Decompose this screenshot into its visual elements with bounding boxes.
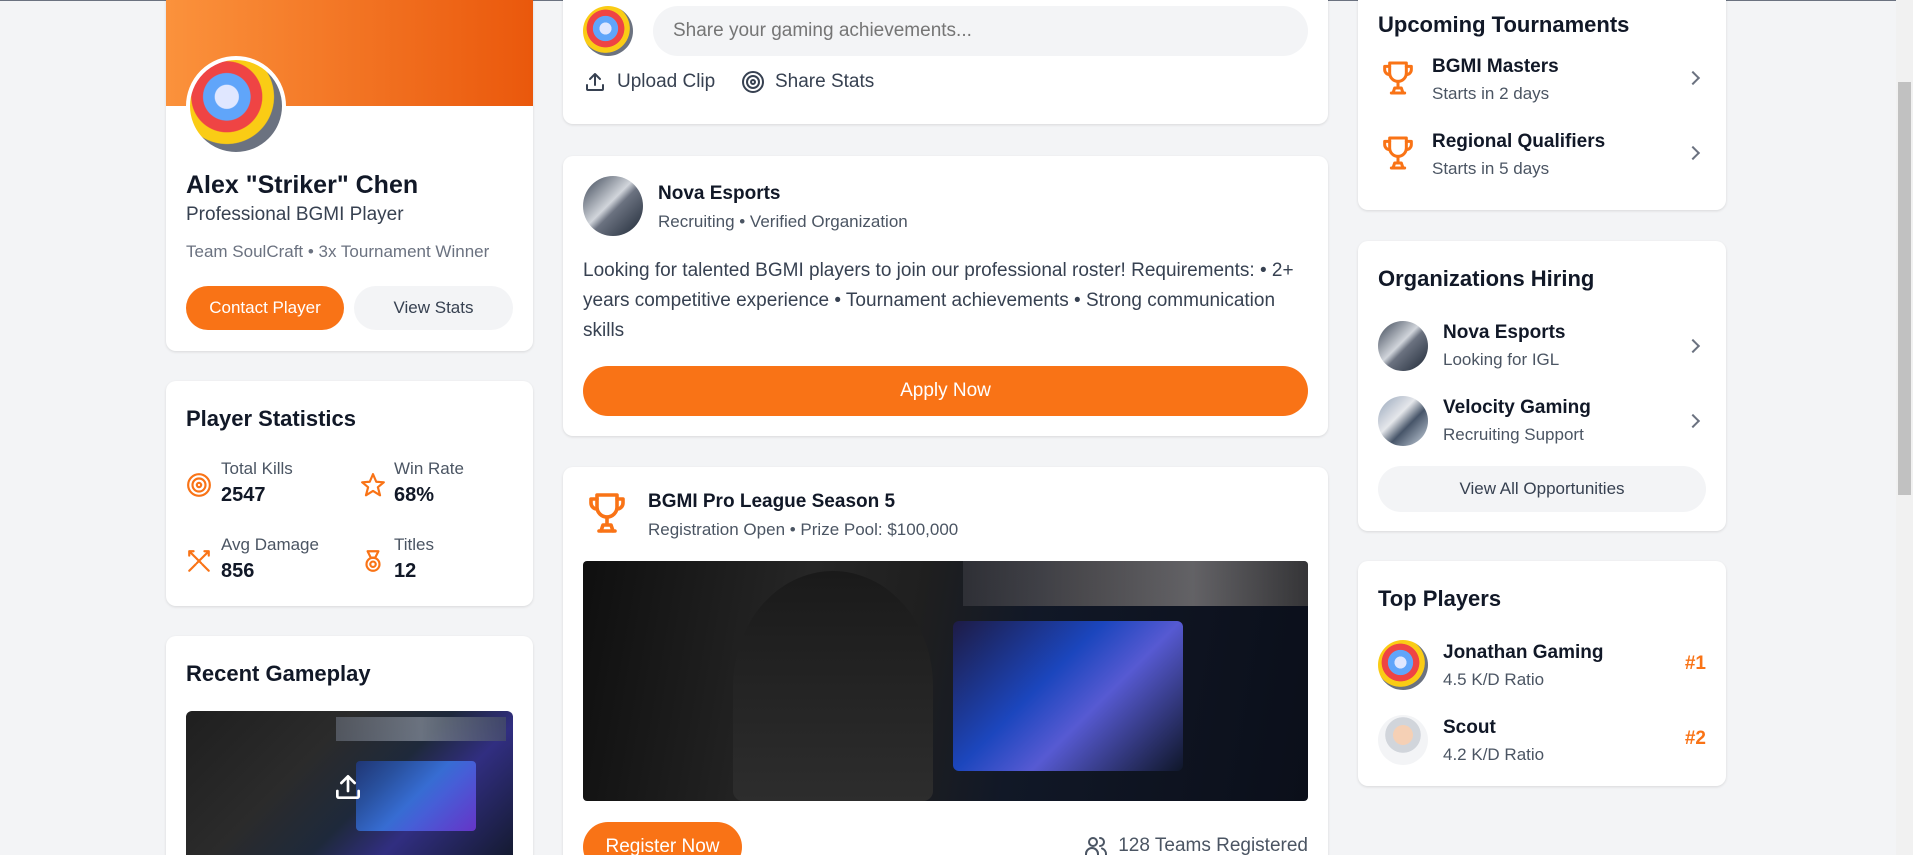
thumbnail-screen [356,761,476,831]
page-scrollbar[interactable] [1896,0,1913,855]
org-name: Velocity Gaming [1443,397,1591,418]
view-stats-button[interactable]: View Stats [354,286,513,330]
org-role: Recruiting Support [1443,425,1584,444]
upcoming-tournaments-card: Upcoming Tournaments BGMI Masters Starts… [1358,0,1726,210]
player-avatar [1378,715,1428,765]
org-avatar [1378,321,1428,371]
chevron-right-icon [1685,413,1701,429]
player-kd: 4.5 K/D Ratio [1443,670,1545,689]
chevron-right-icon [1685,338,1701,354]
upload-icon [583,70,607,94]
banner-player [733,571,933,801]
profile-title: Professional BGMI Player [186,204,404,225]
composer-avatar [583,6,633,56]
view-all-opportunities-button[interactable]: View All Opportunities [1378,466,1706,512]
org-item[interactable]: Nova Esports Looking for IGL [1358,316,1726,376]
star-icon [360,472,386,498]
share-stats-label: Share Stats [775,71,875,92]
users-icon [1084,834,1108,855]
upload-clip-label: Upload Clip [617,71,716,92]
org-item[interactable]: Velocity Gaming Recruiting Support [1358,391,1726,451]
stat-value: 2547 [221,484,266,506]
tournament-when: Starts in 5 days [1432,159,1550,178]
apply-now-button[interactable]: Apply Now [583,366,1308,416]
org-role: Looking for IGL [1443,350,1560,369]
player-avatar [1378,640,1428,690]
chevron-right-icon [1685,70,1701,86]
recruitment-post-card: Nova Esports Recruiting • Verified Organ… [563,156,1328,436]
gameplay-heading: Recent Gameplay [186,661,371,686]
target-icon [741,70,765,94]
player-rank-badge: #2 [1684,728,1706,749]
stat-label: Total Kills [221,459,293,478]
player-rank-badge: #1 [1684,653,1706,674]
trophy-icon [1378,58,1418,98]
recent-gameplay-card: Recent Gameplay [166,636,533,855]
org-avatar[interactable] [583,176,643,236]
stats-heading: Player Statistics [186,406,356,431]
player-item[interactable]: Scout 4.2 K/D Ratio #2 [1358,711,1726,771]
profile-avatar[interactable] [186,56,286,156]
player-kd: 4.2 K/D Ratio [1443,745,1545,764]
tournament-when: Starts in 2 days [1432,84,1550,103]
thumbnail-banners [336,717,506,741]
profile-meta: Team SoulCraft • 3x Tournament Winner [186,242,490,261]
medal-icon [360,548,386,574]
scrollbar-thumb[interactable] [1898,82,1911,495]
share-stats-button[interactable]: Share Stats [741,70,874,94]
tournament-post-card: BGMI Pro League Season 5 Registration Op… [563,467,1328,855]
trophy-icon [583,489,631,537]
player-statistics-card: Player Statistics Total Kills 2547 Win R… [166,381,533,606]
target-icon [186,472,212,498]
stat-value: 68% [394,484,435,506]
post-org-meta: Recruiting • Verified Organization [658,212,908,231]
tournaments-heading: Upcoming Tournaments [1378,12,1630,37]
gameplay-thumbnail[interactable] [186,711,513,855]
tournament-item[interactable]: BGMI Masters Starts in 2 days [1358,50,1726,120]
organizations-hiring-card: Organizations Hiring Nova Esports Lookin… [1358,241,1726,531]
profile-card: Alex "Striker" Chen Professional BGMI Pl… [166,0,533,351]
org-name: Nova Esports [1443,322,1566,343]
player-name: Scout [1443,717,1496,738]
stat-value: 12 [394,560,417,582]
swords-icon [186,548,212,574]
teams-registered: 128 Teams Registered [1084,834,1308,855]
stat-label: Win Rate [394,459,464,478]
tournament-name: BGMI Masters [1432,56,1559,77]
banner-signs [963,561,1308,606]
tournament-banner-image [583,561,1308,801]
contact-player-button[interactable]: Contact Player [186,286,344,330]
org-avatar [1378,396,1428,446]
hiring-heading: Organizations Hiring [1378,266,1595,291]
tournament-title[interactable]: BGMI Pro League Season 5 [648,491,895,513]
teams-registered-label: 128 Teams Registered [1118,835,1308,855]
upload-clip-button[interactable]: Upload Clip [583,70,715,94]
upload-overlay-icon[interactable] [332,771,364,803]
stat-value: 856 [221,560,255,582]
banner-monitor [953,621,1183,771]
player-name: Jonathan Gaming [1443,642,1604,663]
chevron-right-icon [1685,145,1701,161]
player-item[interactable]: Jonathan Gaming 4.5 K/D Ratio #1 [1358,636,1726,696]
top-players-card: Top Players Jonathan Gaming 4.5 K/D Rati… [1358,561,1726,786]
tournament-meta: Registration Open • Prize Pool: $100,000 [648,520,959,539]
composer-input[interactable] [653,6,1308,56]
tournament-item[interactable]: Regional Qualifiers Starts in 5 days [1358,125,1726,195]
stat-label: Titles [394,535,434,554]
top-players-heading: Top Players [1378,586,1502,611]
stat-label: Avg Damage [221,535,319,554]
tournament-name: Regional Qualifiers [1432,131,1606,152]
composer-card: Upload Clip Share Stats [563,0,1328,124]
register-now-button[interactable]: Register Now [583,822,742,855]
profile-name: Alex "Striker" Chen [186,171,419,199]
post-body: Looking for talented BGMI players to joi… [583,260,1294,341]
post-org-name[interactable]: Nova Esports [658,183,780,205]
trophy-icon [1378,133,1418,173]
